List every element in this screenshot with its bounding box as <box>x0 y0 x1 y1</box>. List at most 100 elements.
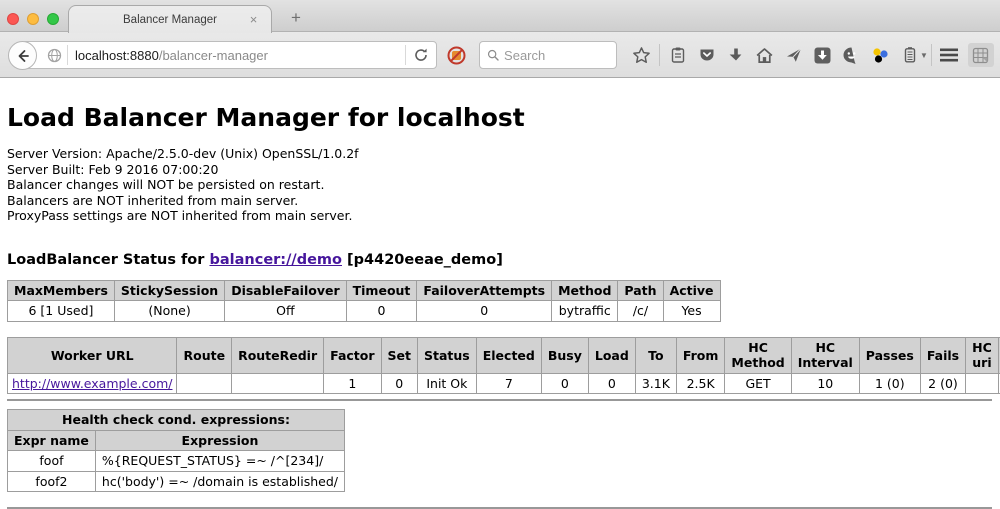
search-input[interactable] <box>504 48 609 63</box>
page-content: Load Balancer Manager for localhost Serv… <box>0 103 1000 509</box>
table-cell: /c/ <box>618 301 663 322</box>
search-bar[interactable] <box>479 41 617 69</box>
toolbar-buttons: ▼ <box>627 32 994 78</box>
table-cell <box>966 373 999 394</box>
back-button[interactable] <box>8 41 37 70</box>
table-header-cell: Method <box>552 280 618 301</box>
reload-icon <box>413 47 429 63</box>
table-cell: bytraffic <box>552 301 618 322</box>
download-extension-button[interactable] <box>808 41 837 69</box>
table-cell: 7 <box>476 373 541 394</box>
table-header-cell: From <box>676 337 725 373</box>
table-cell: 1 (0) <box>859 373 920 394</box>
hamburger-menu-icon <box>939 47 959 63</box>
table-header-row: Expr name Expression <box>8 430 345 451</box>
table-header-cell: Passes <box>859 337 920 373</box>
dropdown-caret-icon[interactable]: ▼ <box>920 51 928 60</box>
new-tab-button[interactable]: + <box>284 7 308 29</box>
table-header-cell: Factor <box>324 337 381 373</box>
status-heading-suffix: [p4420eeae_demo] <box>342 252 503 268</box>
battery-icon <box>901 46 919 64</box>
table-cell: 3.1K <box>635 373 676 394</box>
table-cell: 0 <box>346 301 417 322</box>
download-arrow-icon <box>727 46 745 64</box>
table-header-cell: HC Interval <box>791 337 859 373</box>
proxypass-note-line: ProxyPass settings are NOT inherited fro… <box>7 208 992 224</box>
clipboard-button[interactable] <box>663 41 692 69</box>
table-cell: foof2 <box>8 471 96 492</box>
status-heading-prefix: LoadBalancer Status for <box>7 252 209 268</box>
search-icon <box>487 48 499 62</box>
table-cell: foof <box>8 451 96 472</box>
table-cell: hc('body') =~ /domain is established/ <box>95 471 344 492</box>
table-header-row: MaxMembers StickySession DisableFailover… <box>8 280 721 301</box>
reload-button[interactable] <box>406 42 436 68</box>
health-table-title: Health check cond. expressions: <box>8 410 345 431</box>
pocket-button[interactable] <box>692 41 721 69</box>
window-controls <box>7 13 59 25</box>
table-cell: %{REQUEST_STATUS} =~ /^[234]/ <box>95 451 344 472</box>
bookmark-star-icon <box>632 46 651 65</box>
urlbar-divider <box>67 45 68 65</box>
tab-close-icon[interactable]: × <box>246 12 261 27</box>
table-header-cell: Status <box>418 337 477 373</box>
plugin-blocked-button[interactable] <box>446 45 467 66</box>
server-built-line: Server Built: Feb 9 2016 07:00:20 <box>7 162 992 178</box>
table-header-cell: FailoverAttempts <box>417 280 552 301</box>
worker-status-table: Worker URL Route RouteRedir Factor Set S… <box>7 337 1000 395</box>
bookmark-button[interactable] <box>627 41 656 69</box>
smiley-chat-icon <box>842 46 861 65</box>
table-header-cell: Set <box>381 337 417 373</box>
table-row: 6 [1 Used] (None) Off 0 0 bytraffic /c/ … <box>8 301 721 322</box>
table-cell <box>232 373 324 394</box>
table-cell: 0 <box>541 373 588 394</box>
toolbar-divider <box>659 44 660 66</box>
table-header-cell: Expression <box>95 430 344 451</box>
toolbar-divider <box>931 44 932 66</box>
table-cell <box>177 373 232 394</box>
minimize-window-button[interactable] <box>27 13 39 25</box>
table-cell: 0 <box>588 373 635 394</box>
server-info: Server Version: Apache/2.5.0-dev (Unix) … <box>7 146 992 224</box>
plugin-blocked-icon <box>446 45 467 66</box>
home-button[interactable] <box>750 41 779 69</box>
send-tab-button[interactable] <box>779 41 808 69</box>
balancer-demo-link[interactable]: balancer://demo <box>209 252 342 268</box>
tab-title: Balancer Manager <box>123 14 217 26</box>
table-cell: GET <box>725 373 791 394</box>
balancer-settings-table: MaxMembers StickySession DisableFailover… <box>7 280 721 322</box>
send-plane-icon <box>785 46 803 64</box>
inherit-note-line: Balancers are NOT inherited from main se… <box>7 193 992 209</box>
menu-button[interactable] <box>935 41 964 69</box>
table-header-cell: Fails <box>920 337 965 373</box>
table-cell: Init Ok <box>418 373 477 394</box>
table-cell: 0 <box>417 301 552 322</box>
url-bar[interactable]: localhost:8880/balancer-manager <box>22 41 437 69</box>
server-version-line: Server Version: Apache/2.5.0-dev (Unix) … <box>7 146 992 162</box>
home-icon <box>755 46 774 65</box>
pages-button[interactable] <box>968 43 994 67</box>
downloads-button[interactable] <box>721 41 750 69</box>
close-window-button[interactable] <box>7 13 19 25</box>
titlebar: Balancer Manager × + <box>0 0 1000 32</box>
table-cell: 2.5K <box>676 373 725 394</box>
clipboard-icon <box>669 46 687 64</box>
loadbalancer-status-heading: LoadBalancer Status for balancer://demo … <box>7 252 992 268</box>
table-header-cell: Timeout <box>346 280 417 301</box>
browser-tab[interactable]: Balancer Manager × <box>68 5 272 33</box>
table-header-cell: Path <box>618 280 663 301</box>
colored-dots-icon <box>871 46 890 65</box>
worker-url-link[interactable]: http://www.example.com/ <box>12 376 172 391</box>
extension-dots-button[interactable] <box>866 41 895 69</box>
url-path: /balancer-manager <box>159 48 268 63</box>
table-cell: Yes <box>663 301 720 322</box>
url-domain: localhost:8880 <box>75 48 159 63</box>
zoom-window-button[interactable] <box>47 13 59 25</box>
page-title: Load Balancer Manager for localhost <box>7 103 992 132</box>
hello-button[interactable] <box>837 41 866 69</box>
table-cell: http://www.example.com/ <box>8 373 177 394</box>
navigation-toolbar: localhost:8880/balancer-manager <box>0 32 1000 78</box>
table-header-cell: Load <box>588 337 635 373</box>
table-row: http://www.example.com/ 1 0 Init Ok 7 0 … <box>8 373 1000 394</box>
table-header-cell: To <box>635 337 676 373</box>
